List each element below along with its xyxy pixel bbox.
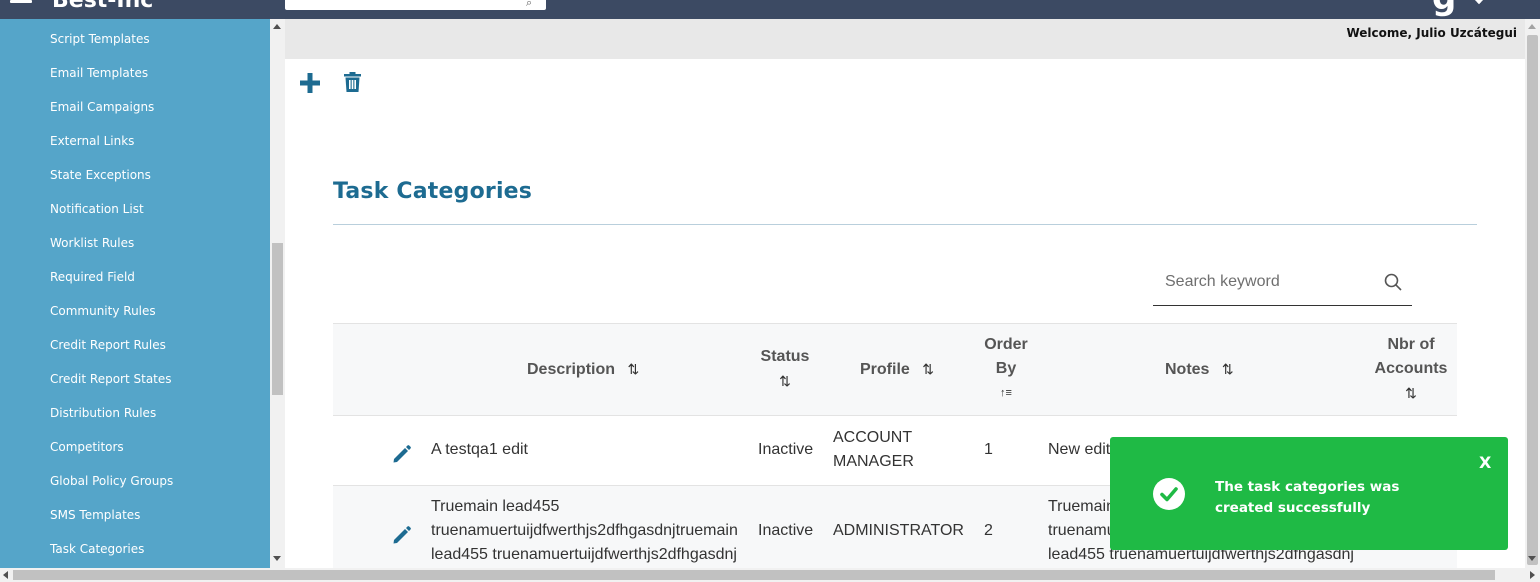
cell-order-by: 2 <box>984 522 993 539</box>
column-label-line-1: Nbr of <box>1387 336 1435 353</box>
page-scroll-thumb[interactable] <box>1527 35 1538 565</box>
delete-button[interactable] <box>344 72 361 96</box>
scroll-down-arrow-icon[interactable] <box>273 556 281 561</box>
cell-profile: ADMINISTRATOR <box>833 519 964 543</box>
cell-status: Inactive <box>758 441 814 458</box>
app-logo[interactable]: Best-Inc <box>52 0 153 13</box>
sidebar-item-sms-templates[interactable]: SMS Templates <box>50 508 140 522</box>
edit-row-button[interactable] <box>392 444 412 468</box>
sidebar-item-community-rules[interactable]: Community Rules <box>50 304 156 318</box>
cell-text: MANAGER <box>833 453 914 470</box>
horizontal-scroll-thumb[interactable] <box>13 570 1495 580</box>
cell-text: lead455 truenamuertuijdfwerthjs2dfhgasdn… <box>431 546 737 563</box>
sort-ascending-icon[interactable]: ↑≡ <box>974 381 1038 405</box>
search-icon[interactable] <box>1384 273 1402 291</box>
toast-close-button[interactable]: X <box>1479 453 1491 472</box>
sidebar-item-notification-list[interactable]: Notification List <box>50 202 144 216</box>
column-header-order-by[interactable]: Order By ↑≡ <box>974 333 1038 405</box>
sidebar-item-email-campaigns[interactable]: Email Campaigns <box>50 100 154 114</box>
scroll-up-arrow-icon[interactable] <box>273 24 281 29</box>
sidebar-item-worklist-rules[interactable]: Worklist Rules <box>50 236 134 250</box>
scroll-left-arrow-icon[interactable] <box>3 571 8 579</box>
page-title: Task Categories <box>333 179 533 204</box>
sidebar-item-global-policy-groups[interactable]: Global Policy Groups <box>50 474 173 488</box>
page-scrollbar[interactable] <box>1525 19 1540 568</box>
column-header-profile[interactable]: Profile ⇅ <box>860 357 934 382</box>
cell-status: Inactive <box>758 522 814 539</box>
sidebar-item-external-links[interactable]: External Links <box>50 134 134 148</box>
column-label: Profile <box>860 361 910 378</box>
pencil-icon <box>393 526 411 544</box>
sort-icon[interactable]: ⇅ <box>757 369 813 393</box>
sidebar-item-required-field[interactable]: Required Field <box>50 270 135 284</box>
cell-description: A testqa1 edit <box>431 438 528 462</box>
cell-text: ACCOUNT <box>833 429 913 446</box>
horizontal-scrollbar[interactable] <box>0 568 1540 582</box>
column-label: Status <box>760 348 810 365</box>
scroll-down-arrow-icon[interactable] <box>1528 556 1536 561</box>
sidebar: Script Templates Email Templates Email C… <box>0 19 270 568</box>
toast-message: The task categories was created successf… <box>1215 479 1400 516</box>
sort-icon[interactable]: ⇅ <box>1222 361 1234 377</box>
sidebar-item-task-categories[interactable]: Task Categories <box>50 542 144 556</box>
sidebar-scroll-thumb[interactable] <box>272 243 283 395</box>
welcome-bar: Welcome, Julio Uzcátegui <box>285 19 1525 59</box>
column-label-line-2: Accounts <box>1374 360 1448 377</box>
top-bar: Best-Inc ⌕ g <box>0 0 1540 19</box>
cell-order-by: 1 <box>984 441 993 458</box>
chevron-down-icon[interactable] <box>1471 0 1487 5</box>
column-header-nbr-of-accounts[interactable]: Nbr of Accounts ⇅ <box>1368 333 1454 405</box>
pencil-icon <box>393 445 411 463</box>
column-header-notes[interactable]: Notes ⇅ <box>1165 357 1234 382</box>
check-circle-icon <box>1153 478 1185 510</box>
scroll-right-arrow-icon[interactable] <box>1530 571 1535 579</box>
column-header-status[interactable]: Status ⇅ <box>757 345 813 393</box>
sidebar-item-distribution-rules[interactable]: Distribution Rules <box>50 406 156 420</box>
cell-text: A testqa1 edit <box>431 441 528 458</box>
sidebar-item-email-templates[interactable]: Email Templates <box>50 66 148 80</box>
user-avatar-icon[interactable]: g <box>1432 0 1456 18</box>
global-search-input[interactable]: ⌕ <box>285 0 546 10</box>
cell-text: Truemain lead455 <box>431 498 560 515</box>
sidebar-item-script-templates[interactable]: Script Templates <box>50 32 150 46</box>
cell-text: truenamuertuijdfwerthjs2dfhgasdnjtruemai… <box>431 522 738 539</box>
cell-notes: New edit <box>1048 438 1110 462</box>
sort-icon[interactable]: ⇅ <box>627 361 639 377</box>
column-header-description[interactable]: Description ⇅ <box>527 357 639 382</box>
column-label-line-1: Order <box>984 336 1028 353</box>
plus-icon <box>300 73 320 93</box>
sort-icon[interactable]: ⇅ <box>922 361 934 377</box>
sidebar-item-credit-report-rules[interactable]: Credit Report Rules <box>50 338 166 352</box>
cell-profile: ACCOUNT MANAGER <box>833 426 914 474</box>
title-divider <box>333 224 1477 225</box>
trash-icon <box>344 72 361 92</box>
search-icon: ⌕ <box>526 0 533 9</box>
search-input[interactable] <box>1153 262 1373 302</box>
column-label: Notes <box>1165 361 1210 378</box>
success-toast: The task categories was created successf… <box>1110 437 1508 550</box>
column-label-line-2: By <box>995 360 1017 377</box>
scroll-up-arrow-icon[interactable] <box>1528 24 1536 29</box>
cell-description: Truemain lead455 truenamuertuijdfwerthjs… <box>431 495 738 567</box>
sidebar-item-state-exceptions[interactable]: State Exceptions <box>50 168 151 182</box>
menu-icon[interactable] <box>10 0 32 6</box>
add-button[interactable] <box>299 72 321 98</box>
sidebar-item-credit-report-states[interactable]: Credit Report States <box>50 372 172 386</box>
sort-icon[interactable]: ⇅ <box>1368 381 1454 405</box>
welcome-text: Welcome, Julio Uzcátegui <box>1346 26 1517 40</box>
edit-row-button[interactable] <box>392 525 412 549</box>
sidebar-scrollbar[interactable] <box>270 19 285 568</box>
column-label: Description <box>527 361 616 378</box>
table-search <box>1153 262 1412 306</box>
cell-text: ADMINISTRATOR <box>833 522 964 539</box>
cell-text: New edit <box>1048 441 1111 458</box>
sidebar-item-competitors[interactable]: Competitors <box>50 440 124 454</box>
